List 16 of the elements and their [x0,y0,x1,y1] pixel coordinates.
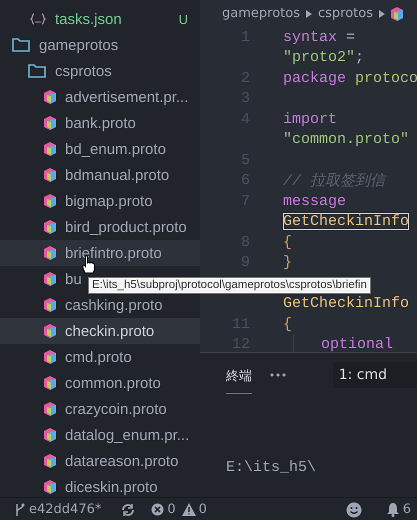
code-line: "proto2"; [283,49,364,66]
code-line: package protoco [283,70,417,87]
code-line: import [283,110,338,128]
code-line: { [283,234,292,251]
code-line: "common.proto" [283,131,410,148]
code-line: GetCheckinInfo [283,295,410,312]
code-line: optional [321,336,394,352]
path-tooltip: E:\its_h5\subproj\protocol\gameprotos\csprotos\briefin [88,277,371,294]
code-line: GetCheckinInfo [283,213,410,230]
code-line: { [283,316,292,333]
terminal-output: E:\its_h5\ [226,459,318,476]
code-line: syntax = [283,28,356,46]
code-line: message [283,192,346,210]
code-line: } [283,254,292,272]
code-line: // 拉取签到信 [283,172,386,190]
status-label: U [178,12,188,26]
